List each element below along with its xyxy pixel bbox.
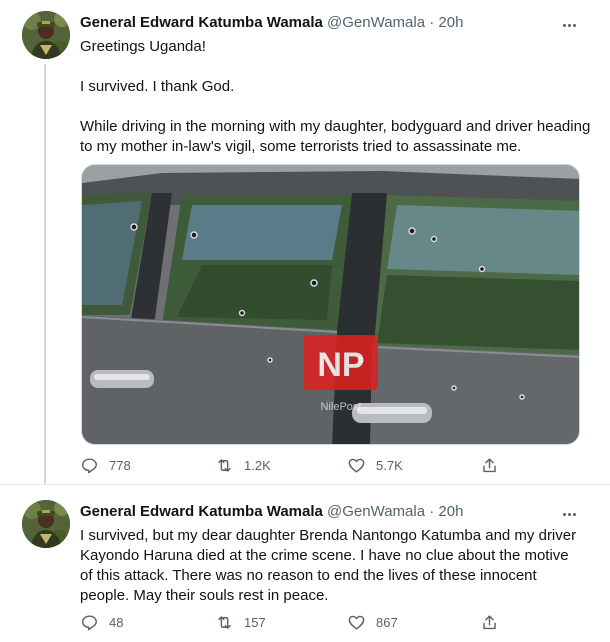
share-button[interactable] bbox=[480, 613, 499, 632]
author-handle[interactable]: @GenWamala bbox=[327, 14, 425, 31]
retweet-count: 1.2K bbox=[244, 458, 271, 473]
tweet[interactable]: General Edward Katumba Wamala @GenWamala… bbox=[0, 0, 610, 484]
tweet-text: I survived, but my dear daughter Brenda … bbox=[80, 527, 577, 604]
tweet-actions: 778 1.2K 5.7K bbox=[80, 456, 500, 478]
timestamp[interactable]: 20h bbox=[438, 14, 463, 31]
like-count: 5.7K bbox=[376, 458, 403, 473]
tweet-text: While driving in the morning with my dau… bbox=[80, 118, 591, 155]
tweet-text: Greetings Uganda! bbox=[80, 38, 206, 55]
tweet-text: I survived. I thank God. bbox=[80, 78, 235, 95]
more-icon[interactable] bbox=[558, 505, 580, 523]
retweet-icon bbox=[218, 459, 231, 472]
tweet-header: General Edward Katumba Wamala @GenWamala… bbox=[80, 503, 463, 520]
tweet-header: General Edward Katumba Wamala @GenWamala… bbox=[80, 14, 463, 31]
reply-button[interactable]: 48 bbox=[80, 613, 123, 632]
like-button[interactable]: 867 bbox=[347, 613, 398, 632]
car-photo: NP NilePost bbox=[82, 165, 579, 444]
tweet[interactable]: General Edward Katumba Wamala @GenWamala… bbox=[0, 484, 610, 642]
like-button[interactable]: 5.7K bbox=[347, 456, 403, 475]
like-count: 867 bbox=[376, 615, 398, 630]
author-name[interactable]: General Edward Katumba Wamala bbox=[80, 14, 323, 31]
retweet-icon bbox=[218, 616, 231, 629]
author-name[interactable]: General Edward Katumba Wamala bbox=[80, 503, 323, 520]
watermark-logo: NP bbox=[317, 346, 364, 384]
retweet-button[interactable]: 1.2K bbox=[215, 456, 271, 475]
reply-icon bbox=[82, 615, 97, 631]
avatar[interactable] bbox=[22, 11, 70, 59]
like-icon bbox=[348, 458, 365, 473]
thread-line bbox=[44, 64, 46, 484]
separator: · bbox=[429, 14, 435, 31]
reply-icon bbox=[82, 458, 97, 474]
share-icon bbox=[483, 458, 496, 473]
watermark-text: NilePost bbox=[321, 401, 362, 413]
separator: · bbox=[429, 503, 435, 520]
tweet-photo[interactable]: NP NilePost bbox=[81, 164, 580, 445]
more-icon[interactable] bbox=[558, 16, 580, 34]
reply-count: 778 bbox=[109, 458, 131, 473]
share-icon bbox=[483, 615, 496, 630]
like-icon bbox=[348, 615, 365, 630]
tweet-actions: 48 157 867 bbox=[80, 613, 500, 635]
retweet-button[interactable]: 157 bbox=[215, 613, 266, 632]
avatar[interactable] bbox=[22, 500, 70, 548]
timestamp[interactable]: 20h bbox=[438, 503, 463, 520]
share-button[interactable] bbox=[480, 456, 499, 475]
retweet-count: 157 bbox=[244, 615, 266, 630]
reply-count: 48 bbox=[109, 615, 124, 630]
reply-button[interactable]: 778 bbox=[80, 456, 131, 475]
author-handle[interactable]: @GenWamala bbox=[327, 503, 425, 520]
